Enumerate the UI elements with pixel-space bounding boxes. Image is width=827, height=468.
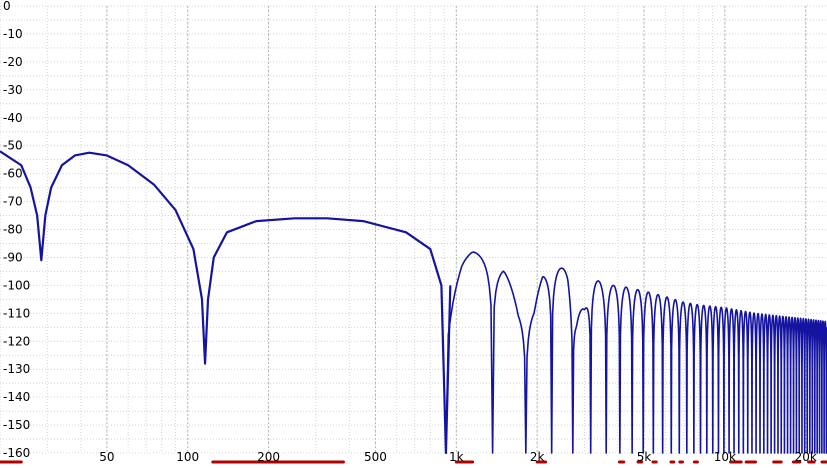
y-tick-label: -100	[3, 278, 30, 292]
y-tick-label: -20	[3, 55, 23, 69]
y-tick-label: -110	[3, 306, 30, 320]
y-tick-label: -50	[3, 139, 23, 153]
y-tick-label: -70	[3, 195, 23, 209]
spectrum-plot: 0 -10 -20 -30 -40 -50 -60 -70 -80 -90 -100 -110 -120…	[0, 0, 827, 464]
x-tick-label: 1k	[449, 450, 464, 464]
x-tick-label: 5k	[637, 450, 652, 464]
y-tick-label: -160	[3, 446, 30, 460]
y-tick-label: -10	[3, 27, 23, 41]
series-line-low	[0, 151, 450, 453]
x-tick-label: 100	[176, 450, 199, 464]
y-tick-label: -150	[3, 418, 30, 432]
x-tick-label: 50	[99, 450, 114, 464]
x-tick-label: 10k	[714, 450, 736, 464]
y-tick-label: -60	[3, 167, 23, 181]
frequency-response-chart: 0 -10 -20 -30 -40 -50 -60 -70 -80 -90 -100 -110 -120…	[0, 0, 827, 464]
y-tick-label: -40	[3, 111, 23, 125]
series-layer	[0, 151, 827, 453]
series-line-comb	[446, 252, 827, 453]
x-tick-label: 2k	[530, 450, 545, 464]
y-tick-label: -30	[3, 83, 23, 97]
minor-gridlines	[0, 6, 827, 453]
x-tick-label: 20k	[795, 450, 817, 464]
y-tick-label: -130	[3, 362, 30, 376]
y-tick-label: -80	[3, 223, 23, 237]
y-tick-label: -120	[3, 334, 30, 348]
x-tick-label: 200	[257, 450, 280, 464]
y-tick-label: 0	[3, 0, 11, 13]
x-tick-label: 500	[364, 450, 387, 464]
y-tick-labels: 0 -10 -20 -30 -40 -50 -60 -70 -80 -90 -100 -110 -120…	[3, 0, 30, 460]
x-tick-labels: 50 100 200 500 1k 2k 5k 10k 20k	[99, 450, 817, 464]
y-tick-label: -140	[3, 390, 30, 404]
y-tick-label: -90	[3, 250, 23, 264]
